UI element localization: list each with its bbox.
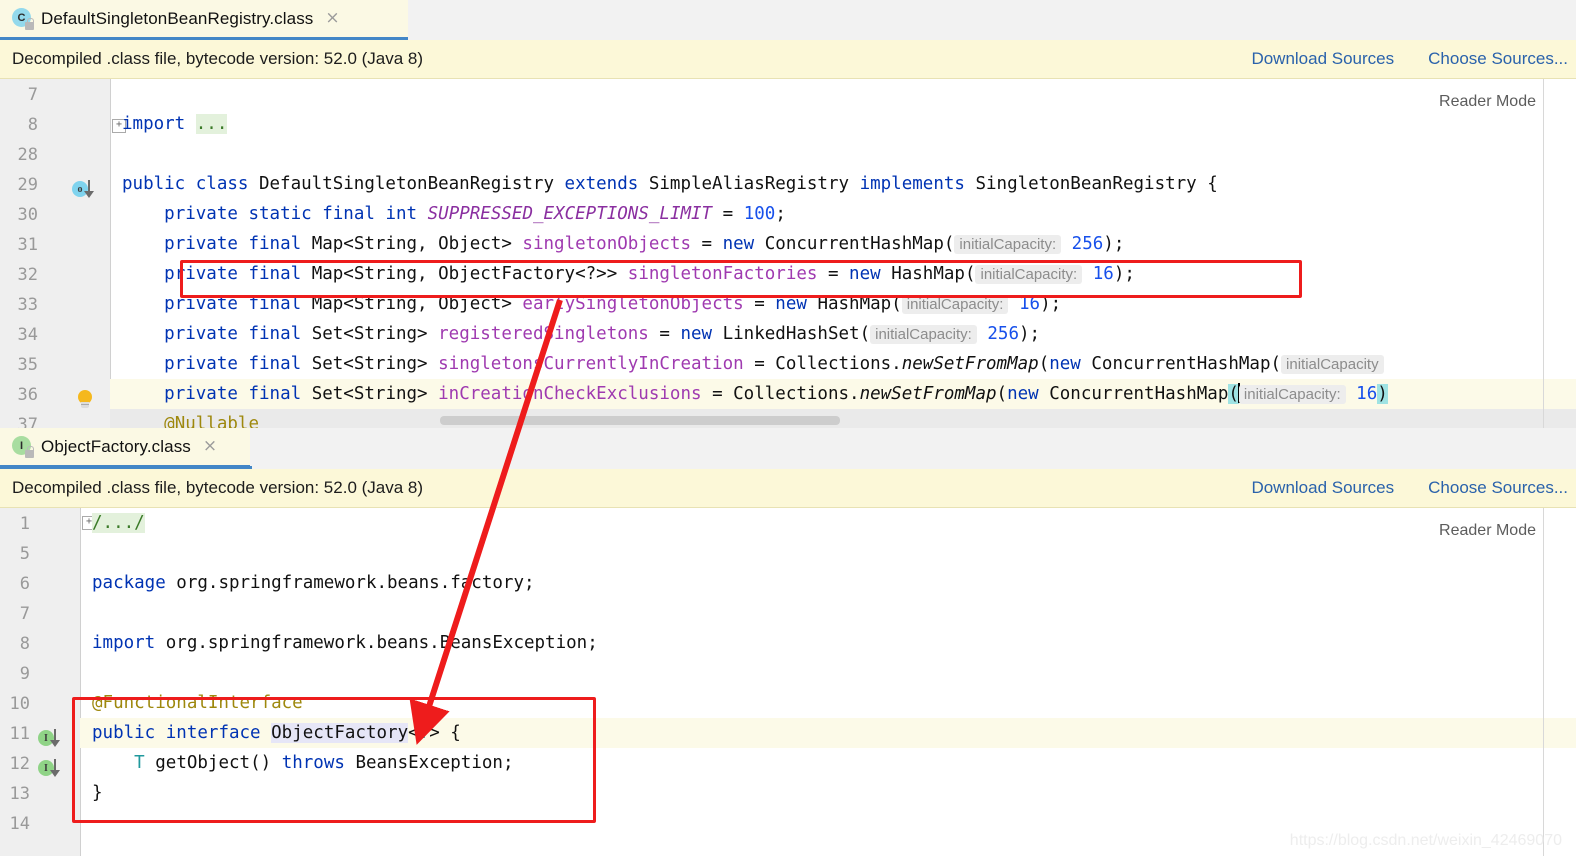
close-icon[interactable]: × (325, 10, 339, 27)
close-icon[interactable]: × (203, 438, 217, 455)
code-line: private final Map<String, ObjectFactory<… (164, 264, 1135, 284)
line-number: 33 (17, 295, 38, 315)
bottom-tabstrip: I ObjectFactory.class × (0, 428, 1576, 469)
code-line: /.../ (92, 513, 145, 533)
banner-actions: Download Sources Choose Sources... (1251, 40, 1568, 78)
implementations-marker-icon[interactable]: I (38, 728, 64, 750)
top-code-area[interactable]: Reader Mode 7 8 28 29 30 31 32 33 34 35 … (0, 79, 1576, 428)
banner-message: Decompiled .class file, bytecode version… (12, 478, 424, 497)
arrow-head (50, 740, 60, 747)
horizontal-scrollbar[interactable] (440, 416, 840, 425)
line-number: 9 (19, 664, 30, 684)
bulb-base (81, 402, 89, 408)
marker-track-divider (1543, 79, 1544, 428)
code-line: T getObject() throws BeansException; (134, 753, 514, 773)
code-line-current: public interface ObjectFactory<T> { (80, 718, 1576, 748)
tab-default-singleton-bean-registry[interactable]: C DefaultSingletonBeanRegistry.class × (0, 0, 408, 40)
ide-window: C DefaultSingletonBeanRegistry.class × D… (0, 0, 1576, 856)
line-number: 8 (27, 115, 38, 135)
code-line: import org.springframework.beans.BeansEx… (92, 633, 598, 653)
top-decompiled-banner: Decompiled .class file, bytecode version… (0, 40, 1576, 79)
choose-sources-link[interactable]: Choose Sources... (1428, 478, 1568, 498)
code-line: private final Set<String> singletonsCurr… (110, 349, 1576, 379)
arrow-head (50, 770, 60, 777)
line-number: 11 (9, 724, 30, 744)
tab-label: DefaultSingletonBeanRegistry.class (41, 8, 314, 28)
bottom-code-area[interactable]: Reader Mode 1 5 6 7 8 9 10 11 12 13 14 I (0, 508, 1576, 856)
code-line-current: private final Set<String> inCreationChec… (110, 379, 1576, 409)
code-line: @FunctionalInterface (92, 693, 303, 713)
line-number: 36 (17, 385, 38, 405)
top-editor-panel: C DefaultSingletonBeanRegistry.class × D… (0, 0, 1576, 428)
code-line: @Nullable (110, 409, 1576, 428)
line-number: 35 (17, 355, 38, 375)
line-number: 34 (17, 325, 38, 345)
code-line: package org.springframework.beans.factor… (92, 573, 535, 593)
code-line: private static final int SUPPRESSED_EXCE… (164, 204, 786, 224)
line-number: 28 (17, 145, 38, 165)
marker-track-divider (1543, 508, 1544, 856)
line-number: 31 (17, 235, 38, 255)
line-number: 1 (19, 514, 30, 534)
line-number: 13 (9, 784, 30, 804)
line-number: 37 (17, 415, 38, 428)
top-gutter[interactable]: 7 8 28 29 30 31 32 33 34 35 36 37 o (0, 79, 111, 428)
code-line: private final Map<String, Object> single… (164, 234, 1125, 254)
banner-message: Decompiled .class file, bytecode version… (12, 49, 424, 68)
arrow-head (84, 191, 94, 198)
top-code-lines[interactable]: import ... public class DefaultSingleton… (110, 79, 1576, 428)
code-line: } (92, 783, 103, 803)
line-number: 8 (19, 634, 30, 654)
code-line: private final Set<String> registeredSing… (164, 324, 1041, 344)
line-number: 7 (19, 604, 30, 624)
choose-sources-link[interactable]: Choose Sources... (1428, 49, 1568, 69)
lock-icon (25, 446, 34, 458)
implemented-by-marker-icon[interactable]: o (72, 179, 98, 201)
bottom-decompiled-banner: Decompiled .class file, bytecode version… (0, 469, 1576, 508)
code-line: private final Map<String, Object> earlyS… (164, 294, 1062, 314)
line-number: 29 (17, 175, 38, 195)
tab-label: ObjectFactory.class (41, 436, 191, 456)
line-number: 32 (17, 265, 38, 285)
bottom-code-lines[interactable]: /.../ package org.springframework.beans.… (80, 508, 1576, 856)
implementations-marker-icon[interactable]: I (38, 758, 64, 780)
bottom-editor-panel: I ObjectFactory.class × Decompiled .clas… (0, 428, 1576, 856)
code-line: import ... (122, 114, 228, 134)
banner-actions: Download Sources Choose Sources... (1251, 469, 1568, 507)
intention-bulb-icon[interactable] (74, 389, 100, 411)
line-number: 12 (9, 754, 30, 774)
code-line: public class DefaultSingletonBeanRegistr… (122, 174, 1218, 194)
line-number: 5 (19, 544, 30, 564)
java-class-icon: C (12, 8, 34, 30)
top-tabstrip: C DefaultSingletonBeanRegistry.class × (0, 0, 1576, 40)
tab-object-factory[interactable]: I ObjectFactory.class × (0, 428, 250, 468)
line-number: 7 (27, 85, 38, 105)
line-number: 6 (19, 574, 30, 594)
java-interface-icon: I (12, 436, 34, 458)
line-number: 10 (9, 694, 30, 714)
lock-icon (25, 18, 34, 30)
bottom-gutter[interactable]: 1 5 6 7 8 9 10 11 12 13 14 I I (0, 508, 81, 856)
watermark: https://blog.csdn.net/weixin_42469070 (1289, 832, 1562, 849)
line-number: 30 (17, 205, 38, 225)
download-sources-link[interactable]: Download Sources (1251, 478, 1394, 498)
download-sources-link[interactable]: Download Sources (1251, 49, 1394, 69)
line-number: 14 (9, 814, 30, 834)
